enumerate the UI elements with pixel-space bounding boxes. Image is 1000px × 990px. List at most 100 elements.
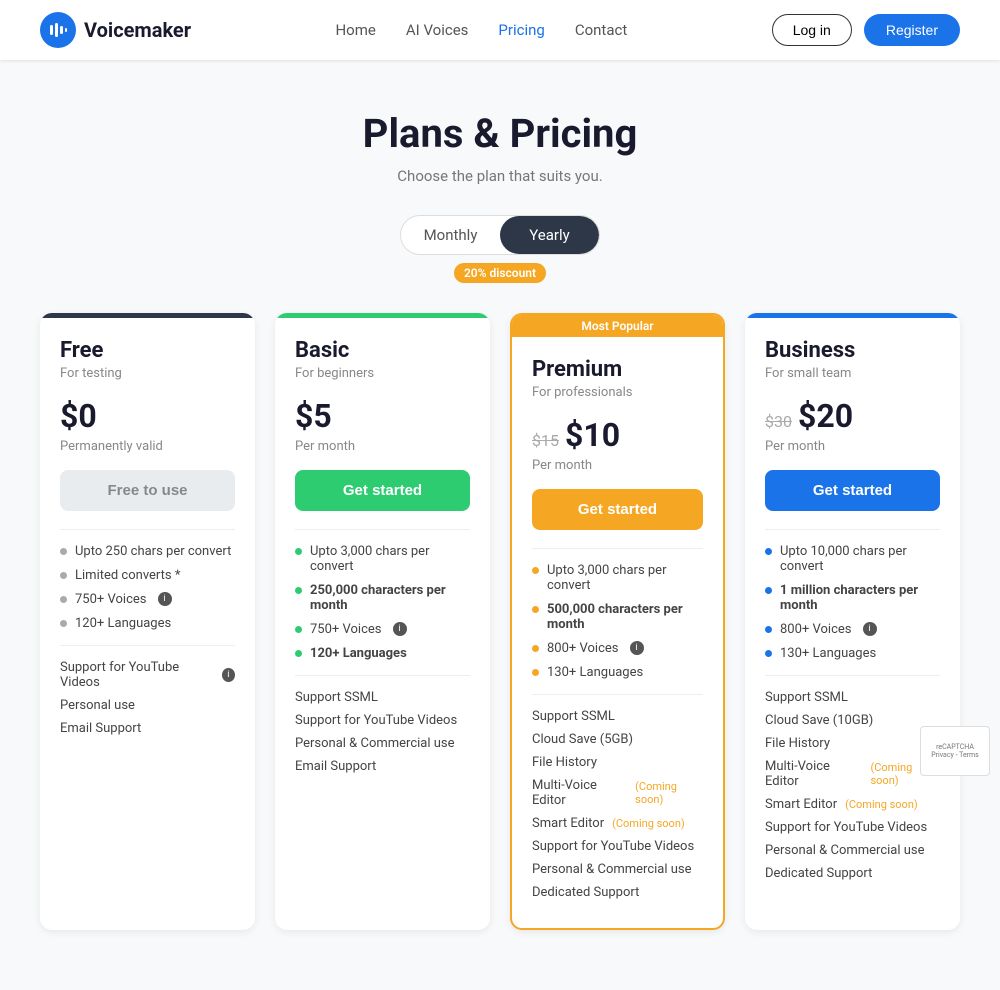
basic-plan-name: Basic <box>295 338 470 363</box>
free-feature-4: 120+ Languages <box>60 616 235 631</box>
logo-icon <box>40 12 76 48</box>
business-price-original: $30 <box>765 412 792 431</box>
free-dot-1 <box>60 548 67 555</box>
discount-badge: 20% discount <box>454 263 546 283</box>
free-dot-3 <box>60 596 67 603</box>
business-dot-3 <box>765 626 772 633</box>
business-dot-1 <box>765 548 772 555</box>
premium-extra-6: Support for YouTube Videos <box>532 839 703 854</box>
basic-extras: Support SSML Support for YouTube Videos … <box>295 675 470 774</box>
business-feature-4: 130+ Languages <box>765 646 940 661</box>
toggle-yearly[interactable]: Yearly <box>500 216 599 254</box>
business-extra-6: Support for YouTube Videos <box>765 820 940 835</box>
basic-feature-2: 250,000 characters per month <box>295 583 470 613</box>
premium-extra-3: File History <box>532 755 703 770</box>
free-extra-2: Personal use <box>60 698 235 713</box>
basic-plan-desc: For beginners <box>295 366 470 381</box>
premium-extra-4: Multi-Voice Editor (Coming soon) <box>532 778 703 808</box>
premium-extra-5: Smart Editor (Coming soon) <box>532 816 703 831</box>
free-btn[interactable]: Free to use <box>60 470 235 511</box>
premium-period: Per month <box>532 458 703 473</box>
business-extra-5: Smart Editor (Coming soon) <box>765 797 940 812</box>
business-plan-name: Business <box>765 338 940 363</box>
business-period: Per month <box>765 439 940 454</box>
youtube-info-icon-free[interactable]: i <box>222 668 235 682</box>
basic-extra-4: Email Support <box>295 759 470 774</box>
business-extra-1: Support SSML <box>765 690 940 705</box>
business-extra-3: File History <box>765 736 940 751</box>
plan-business: Business For small team $30 $20 Per mont… <box>745 313 960 930</box>
basic-dot-4 <box>295 650 302 657</box>
basic-feature-3: 750+ Voices i <box>295 622 470 637</box>
plan-premium: Most Popular Premium For professionals $… <box>510 313 725 930</box>
premium-dot-1 <box>532 567 539 574</box>
voices-info-icon-free[interactable]: i <box>158 592 172 606</box>
premium-feature-2: 500,000 characters per month <box>532 602 703 632</box>
premium-feature-3: 800+ Voices i <box>532 641 703 656</box>
billing-toggle[interactable]: Monthly Yearly <box>400 215 600 255</box>
premium-extras: Support SSML Cloud Save (5GB) File Histo… <box>532 694 703 900</box>
nav-pricing[interactable]: Pricing <box>498 21 544 39</box>
free-feature-2: Limited converts * <box>60 568 235 583</box>
plan-free: Free For testing $0 Permanently valid Fr… <box>40 313 255 930</box>
free-extra-3: Email Support <box>60 721 235 736</box>
premium-price: $10 <box>565 416 620 454</box>
toggle-monthly[interactable]: Monthly <box>401 216 500 254</box>
business-features: Upto 10,000 chars per convert 1 million … <box>765 529 940 661</box>
voices-info-icon-basic[interactable]: i <box>393 622 407 636</box>
voices-info-icon-business[interactable]: i <box>863 622 877 636</box>
premium-extra-7: Personal & Commercial use <box>532 862 703 877</box>
business-extra-4: Multi-Voice Editor (Coming soon) <box>765 759 940 789</box>
free-plan-name: Free <box>60 338 235 363</box>
plan-basic: Basic For beginners $5 Per month Get sta… <box>275 313 490 930</box>
business-plan-desc: For small team <box>765 366 940 381</box>
basic-extra-2: Support for YouTube Videos <box>295 713 470 728</box>
business-extra-2: Cloud Save (10GB) <box>765 713 940 728</box>
basic-price: $5 <box>295 397 332 435</box>
business-extra-8: Dedicated Support <box>765 866 940 881</box>
free-price: $0 <box>60 397 97 435</box>
free-period: Permanently valid <box>60 439 235 454</box>
business-dot-2 <box>765 587 772 594</box>
page-title: Plans & Pricing <box>40 110 960 157</box>
nav-home[interactable]: Home <box>335 21 375 39</box>
business-price: $20 <box>798 397 853 435</box>
premium-dot-2 <box>532 606 539 613</box>
register-button[interactable]: Register <box>864 14 960 46</box>
premium-price-original: $15 <box>532 431 559 450</box>
basic-feature-1: Upto 3,000 chars per convert <box>295 544 470 574</box>
free-plan-desc: For testing <box>60 366 235 381</box>
header: Voicemaker Home AI Voices Pricing Contac… <box>0 0 1000 60</box>
basic-dot-3 <box>295 626 302 633</box>
basic-period: Per month <box>295 439 470 454</box>
free-dot-4 <box>60 620 67 627</box>
business-dot-4 <box>765 650 772 657</box>
popular-badge: Most Popular <box>512 315 723 337</box>
logo[interactable]: Voicemaker <box>40 12 191 48</box>
billing-toggle-container: Monthly Yearly 20% discount <box>40 215 960 283</box>
premium-btn[interactable]: Get started <box>532 489 703 530</box>
basic-dot-1 <box>295 548 302 555</box>
premium-features: Upto 3,000 chars per convert 500,000 cha… <box>532 548 703 680</box>
logo-text: Voicemaker <box>84 18 191 42</box>
premium-feature-1: Upto 3,000 chars per convert <box>532 563 703 593</box>
nav-contact[interactable]: Contact <box>575 21 627 39</box>
nav-ai-voices[interactable]: AI Voices <box>406 21 469 39</box>
plans-grid: Free For testing $0 Permanently valid Fr… <box>40 313 960 930</box>
free-dot-2 <box>60 572 67 579</box>
login-button[interactable]: Log in <box>772 14 852 46</box>
business-extras: Support SSML Cloud Save (10GB) File Hist… <box>765 675 940 881</box>
premium-dot-3 <box>532 645 539 652</box>
premium-extra-8: Dedicated Support <box>532 885 703 900</box>
basic-features: Upto 3,000 chars per convert 250,000 cha… <box>295 529 470 661</box>
business-btn[interactable]: Get started <box>765 470 940 511</box>
main-content: Plans & Pricing Choose the plan that sui… <box>0 60 1000 990</box>
free-feature-1: Upto 250 chars per convert <box>60 544 235 559</box>
voices-info-icon-premium[interactable]: i <box>630 641 644 655</box>
basic-btn[interactable]: Get started <box>295 470 470 511</box>
nav-buttons: Log in Register <box>772 14 960 46</box>
basic-card-body: Basic For beginners $5 Per month Get sta… <box>275 318 490 802</box>
basic-extra-3: Personal & Commercial use <box>295 736 470 751</box>
basic-feature-4: 120+ Languages <box>295 646 470 661</box>
premium-extra-2: Cloud Save (5GB) <box>532 732 703 747</box>
